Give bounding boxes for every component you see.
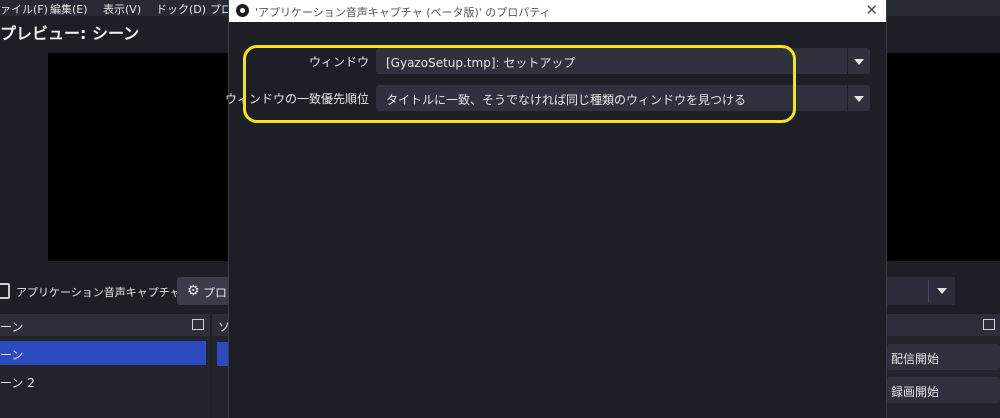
scenes-dock-title: ーン [0, 320, 24, 334]
dialog-title: 'アプリケーション音声キャプチャ (ベータ版)' のプロパティ [255, 6, 551, 19]
gear-icon: ⚙ [187, 283, 200, 299]
sources-dock-header: ソ [212, 314, 230, 336]
menu-file[interactable]: ァイル(F) [0, 1, 48, 17]
start-recording-button[interactable]: 録画開始 [887, 377, 1000, 403]
scene-item-label: ーン [0, 348, 24, 362]
undock-icon[interactable] [983, 319, 995, 330]
preview-canvas[interactable] [48, 53, 228, 261]
source-type-icon [0, 283, 10, 299]
scene-item[interactable]: ーン 2 [0, 369, 206, 393]
source-item-selected[interactable] [217, 342, 228, 366]
selected-source-name: アプリケーション音声キャプチャ(/ [16, 286, 189, 299]
obs-logo-icon [236, 4, 249, 17]
window-select-value: [GyazoSetup.tmp]: セットアップ [386, 56, 576, 70]
close-icon[interactable]: ✕ [865, 1, 878, 19]
chevron-down-icon [854, 96, 864, 102]
preview-canvas-right[interactable] [887, 53, 1000, 261]
menu-edit[interactable]: 編集(E) [50, 1, 88, 17]
start-streaming-button[interactable]: 配信開始 [887, 344, 1000, 370]
scene-item-label: ーン 2 [0, 376, 35, 390]
dialog-titlebar[interactable]: 'アプリケーション音声キャプチャ (ベータ版)' のプロパティ ✕ [229, 0, 886, 22]
window-label: ウィンドウ [308, 55, 369, 69]
start-recording-label: 録画開始 [891, 385, 940, 399]
scenes-dock-header: ーン [0, 314, 210, 336]
undock-icon[interactable] [192, 319, 204, 330]
menu-view[interactable]: 表示(V) [103, 1, 141, 17]
window-match-priority-select[interactable]: タイトルに一致、そうでなければ同じ種類のウィンドウを見つける [376, 85, 870, 111]
menu-dock[interactable]: ドック(D) [156, 1, 206, 17]
window-select[interactable]: [GyazoSetup.tmp]: セットアップ [376, 48, 870, 74]
window-match-priority-label: ウィンドウの一致優先順位 [224, 92, 369, 106]
properties-dialog: 'アプリケーション音声キャプチャ (ベータ版)' のプロパティ ✕ ウィンドウ … [224, 0, 887, 418]
toolbar-dropdown[interactable] [887, 277, 955, 305]
window-match-priority-value: タイトルに一致、そうでなければ同じ種類のウィンドウを見つける [386, 93, 747, 107]
controls-dock-header [887, 314, 1000, 336]
scene-item[interactable]: ーン [0, 341, 206, 365]
preview-title: プレビュー: シーン [0, 24, 140, 43]
chevron-down-icon [937, 288, 947, 294]
start-streaming-label: 配信開始 [891, 352, 940, 366]
chevron-down-icon [854, 59, 864, 65]
